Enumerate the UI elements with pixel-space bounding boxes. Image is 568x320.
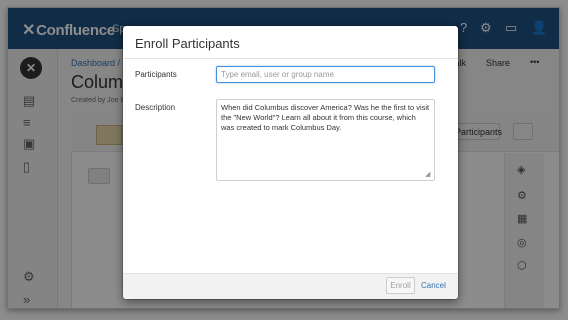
participants-label: Participants bbox=[135, 70, 177, 79]
enroll-button[interactable]: Enroll bbox=[386, 277, 415, 294]
enroll-participants-dialog: Enroll Participants Participants Descrip… bbox=[123, 26, 458, 299]
participants-input[interactable] bbox=[216, 66, 435, 83]
cancel-link[interactable]: Cancel bbox=[421, 281, 446, 290]
resize-grip-icon[interactable]: ◢ bbox=[425, 171, 430, 178]
dialog-divider bbox=[123, 58, 458, 59]
description-textarea[interactable]: When did Columbus discover America? Was … bbox=[216, 99, 435, 181]
dialog-title: Enroll Participants bbox=[135, 36, 240, 51]
description-label: Description bbox=[135, 103, 176, 112]
